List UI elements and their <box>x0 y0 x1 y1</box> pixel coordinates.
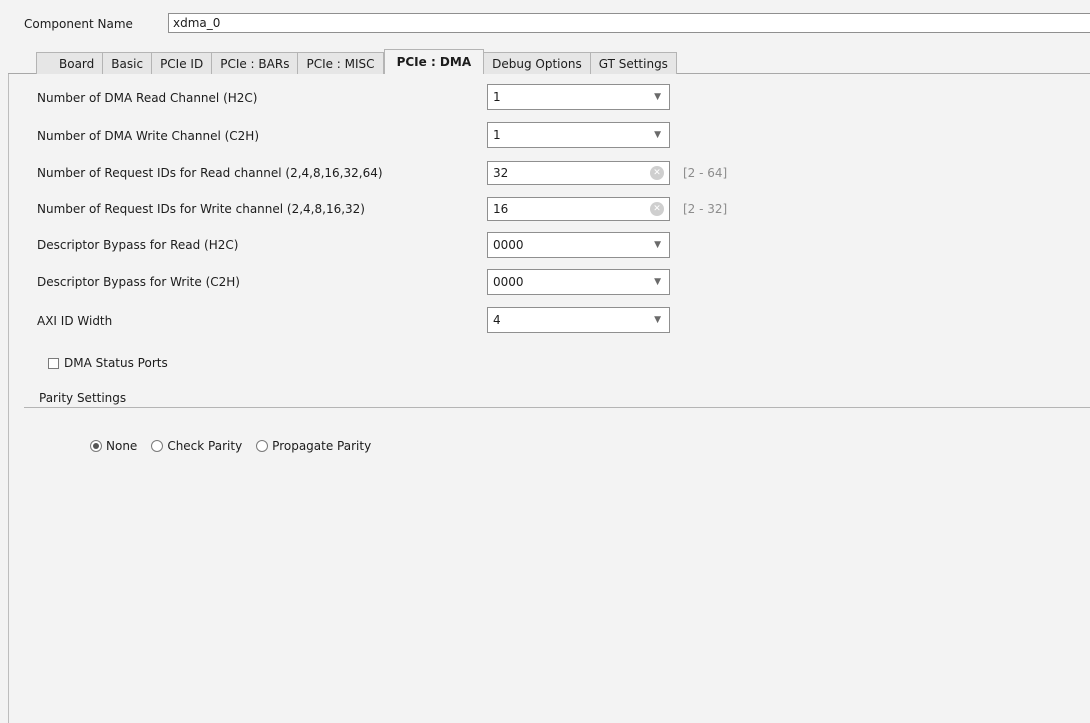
parity-section-divider <box>24 407 1090 408</box>
tab-basic[interactable]: Basic <box>103 52 153 74</box>
radio-propagate-parity[interactable] <box>256 440 269 452</box>
bypass-read-value: 0000 <box>493 238 524 252</box>
parity-option-none[interactable]: None <box>90 439 137 453</box>
axi-id-value: 4 <box>493 313 501 327</box>
bypass-write-select[interactable]: 0000 ▼ <box>487 269 670 295</box>
write-channel-value: 1 <box>493 128 501 142</box>
read-ids-range: [2 - 64] <box>683 166 728 180</box>
write-ids-label: Number of Request IDs for Write channel … <box>37 202 365 216</box>
parity-option-propagate-label: Propagate Parity <box>272 439 372 453</box>
chevron-down-icon: ▼ <box>654 315 661 325</box>
radio-check-parity[interactable] <box>151 440 164 452</box>
clear-icon[interactable]: ✕ <box>650 166 664 180</box>
dma-status-ports-row[interactable]: DMA Status Ports <box>48 352 168 374</box>
read-channel-value: 1 <box>493 90 501 104</box>
tab-gt-settings[interactable]: GT Settings <box>590 52 677 74</box>
bypass-read-label: Descriptor Bypass for Read (H2C) <box>37 238 239 252</box>
parity-option-propagate[interactable]: Propagate Parity <box>256 439 371 453</box>
axi-id-select[interactable]: 4 ▼ <box>487 307 670 333</box>
parity-settings-title: Parity Settings <box>39 391 127 405</box>
chevron-down-icon: ▼ <box>654 130 661 140</box>
tab-pcie-misc[interactable]: PCIe : MISC <box>298 52 384 74</box>
radio-none[interactable] <box>90 440 102 452</box>
tab-pcie-bars[interactable]: PCIe : BARs <box>212 52 299 74</box>
chevron-down-icon: ▼ <box>654 277 661 287</box>
read-ids-label: Number of Request IDs for Read channel (… <box>37 166 383 180</box>
parity-radio-group: None Check Parity Propagate Parity <box>90 436 385 456</box>
write-ids-value: 16 <box>493 202 509 216</box>
write-channel-label: Number of DMA Write Channel (C2H) <box>37 129 259 143</box>
chevron-down-icon: ▼ <box>654 240 661 250</box>
dma-status-ports-checkbox[interactable] <box>48 357 59 369</box>
component-name-label: Component Name <box>24 17 133 31</box>
parity-option-none-label: None <box>106 439 138 453</box>
parity-option-check-label: Check Parity <box>167 439 243 453</box>
component-name-input[interactable] <box>168 13 1090 33</box>
bypass-read-select[interactable]: 0000 ▼ <box>487 232 670 258</box>
clear-icon[interactable]: ✕ <box>650 202 664 216</box>
read-ids-value: 32 <box>493 166 509 180</box>
parity-option-check[interactable]: Check Parity <box>151 439 242 453</box>
component-name-row: Component Name <box>24 12 141 36</box>
bypass-write-label: Descriptor Bypass for Write (C2H) <box>37 275 240 289</box>
read-ids-input[interactable]: 32 ✕ <box>487 161 670 185</box>
tab-board[interactable]: Board <box>36 52 104 74</box>
tab-pcie-id[interactable]: PCIe ID <box>152 52 213 74</box>
dma-status-ports-label: DMA Status Ports <box>64 356 168 370</box>
read-channel-select[interactable]: 1 ▼ <box>487 84 670 110</box>
write-channel-select[interactable]: 1 ▼ <box>487 122 670 148</box>
tab-pcie-dma[interactable]: PCIe : DMA <box>383 49 485 74</box>
write-ids-range: [2 - 32] <box>683 202 728 216</box>
tab-bar: Board Basic PCIe ID PCIe : BARs PCIe : M… <box>36 49 677 74</box>
bypass-write-value: 0000 <box>493 275 524 289</box>
tab-debug-options[interactable]: Debug Options <box>484 52 591 74</box>
panel-left-border <box>8 74 9 723</box>
axi-id-label: AXI ID Width <box>37 314 113 328</box>
chevron-down-icon: ▼ <box>654 92 661 102</box>
write-ids-input[interactable]: 16 ✕ <box>487 197 670 221</box>
read-channel-label: Number of DMA Read Channel (H2C) <box>37 91 258 105</box>
